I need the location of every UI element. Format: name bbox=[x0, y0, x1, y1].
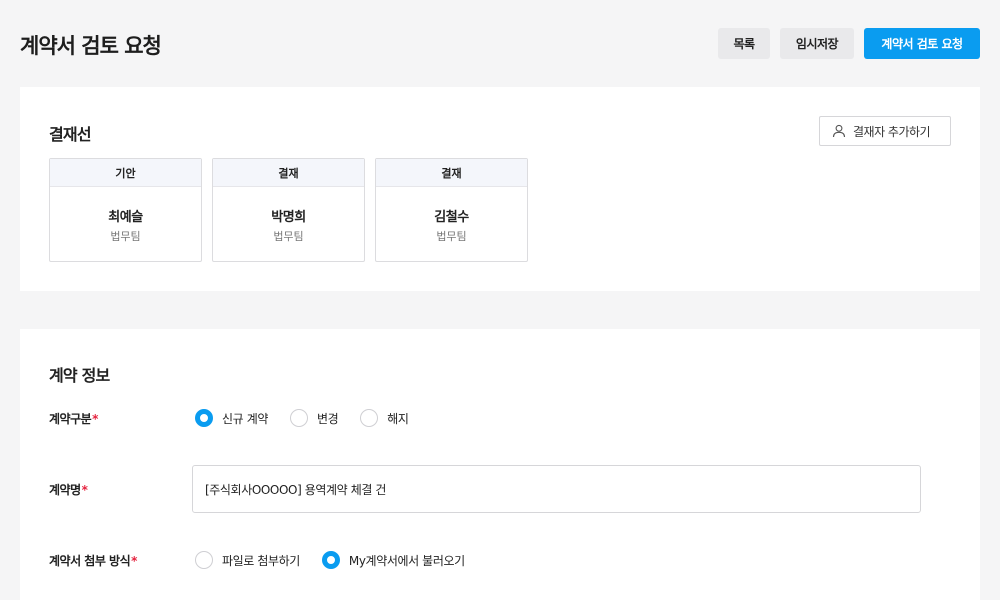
required-mark: * bbox=[92, 412, 98, 426]
contract-name-input[interactable] bbox=[192, 465, 921, 513]
contract-info-section: 계약 정보 계약구분* 신규 계약 변경 해지 계약명* 계약서 첨부 방식* … bbox=[20, 329, 980, 600]
attach-method-label-text: 계약서 첨부 방식 bbox=[49, 554, 131, 568]
contract-type-label-text: 계약구분 bbox=[49, 412, 92, 426]
contract-type-option-new[interactable]: 신규 계약 bbox=[195, 409, 268, 427]
radio-checked-icon bbox=[195, 409, 213, 427]
request-review-button[interactable]: 계약서 검토 요청 bbox=[864, 28, 980, 59]
required-mark: * bbox=[131, 554, 137, 568]
approval-line-title: 결재선 bbox=[49, 125, 92, 144]
contract-name-label-text: 계약명 bbox=[49, 483, 81, 497]
approver-dept: 법무팀 bbox=[110, 230, 141, 243]
page-header: 계약서 검토 요청 목록 임시저장 계약서 검토 요청 bbox=[0, 0, 1000, 87]
approver-card: 결재 김철수 법무팀 bbox=[375, 158, 528, 262]
radio-unchecked-icon bbox=[289, 409, 308, 427]
contract-type-option-change[interactable]: 변경 bbox=[289, 409, 339, 427]
approver-name: 최예슬 bbox=[108, 210, 143, 225]
save-draft-button[interactable]: 임시저장 bbox=[780, 28, 854, 59]
contract-name-label: 계약명* bbox=[49, 481, 88, 498]
list-button[interactable]: 목록 bbox=[718, 28, 770, 59]
radio-unchecked-icon bbox=[195, 551, 213, 569]
approver-card: 기안 최예슬 법무팀 bbox=[49, 158, 202, 262]
approver-dept: 법무팀 bbox=[273, 230, 304, 243]
approver-card: 결재 박명희 법무팀 bbox=[212, 158, 365, 262]
radio-label: 해지 bbox=[387, 411, 409, 426]
radio-label: 파일로 첨부하기 bbox=[222, 553, 300, 568]
user-icon bbox=[832, 124, 846, 138]
contract-type-label: 계약구분* bbox=[49, 410, 98, 427]
attach-option-file[interactable]: 파일로 첨부하기 bbox=[195, 551, 300, 569]
contract-type-radio-group: 신규 계약 변경 해지 bbox=[195, 409, 431, 427]
radio-checked-icon bbox=[321, 551, 340, 569]
approver-stage: 기안 bbox=[50, 159, 201, 187]
radio-unchecked-icon bbox=[360, 409, 379, 427]
attach-option-my-contract[interactable]: My계약서에서 불러오기 bbox=[321, 551, 465, 569]
required-mark: * bbox=[81, 483, 88, 497]
approver-name: 김철수 bbox=[434, 210, 469, 225]
contract-type-option-terminate[interactable]: 해지 bbox=[360, 409, 409, 427]
radio-label: 변경 bbox=[316, 411, 339, 426]
page-title: 계약서 검토 요청 bbox=[20, 34, 162, 58]
approver-name: 박명희 bbox=[271, 210, 306, 225]
radio-label: 신규 계약 bbox=[222, 411, 268, 426]
attach-method-label: 계약서 첨부 방식* bbox=[49, 552, 137, 569]
add-approver-button[interactable]: 결재자 추가하기 bbox=[819, 116, 951, 146]
radio-label: My계약서에서 불러오기 bbox=[348, 553, 465, 568]
approver-stage: 결재 bbox=[376, 159, 527, 187]
approver-dept: 법무팀 bbox=[436, 230, 467, 243]
contract-info-title: 계약 정보 bbox=[49, 366, 110, 385]
approver-stage: 결재 bbox=[213, 159, 364, 187]
attach-method-radio-group: 파일로 첨부하기 My계약서에서 불러오기 bbox=[195, 551, 487, 569]
add-approver-label: 결재자 추가하기 bbox=[853, 124, 931, 139]
approval-line-section: 결재선 결재자 추가하기 기안 최예슬 법무팀 결재 박명희 법무팀 결재 김철… bbox=[20, 87, 980, 291]
